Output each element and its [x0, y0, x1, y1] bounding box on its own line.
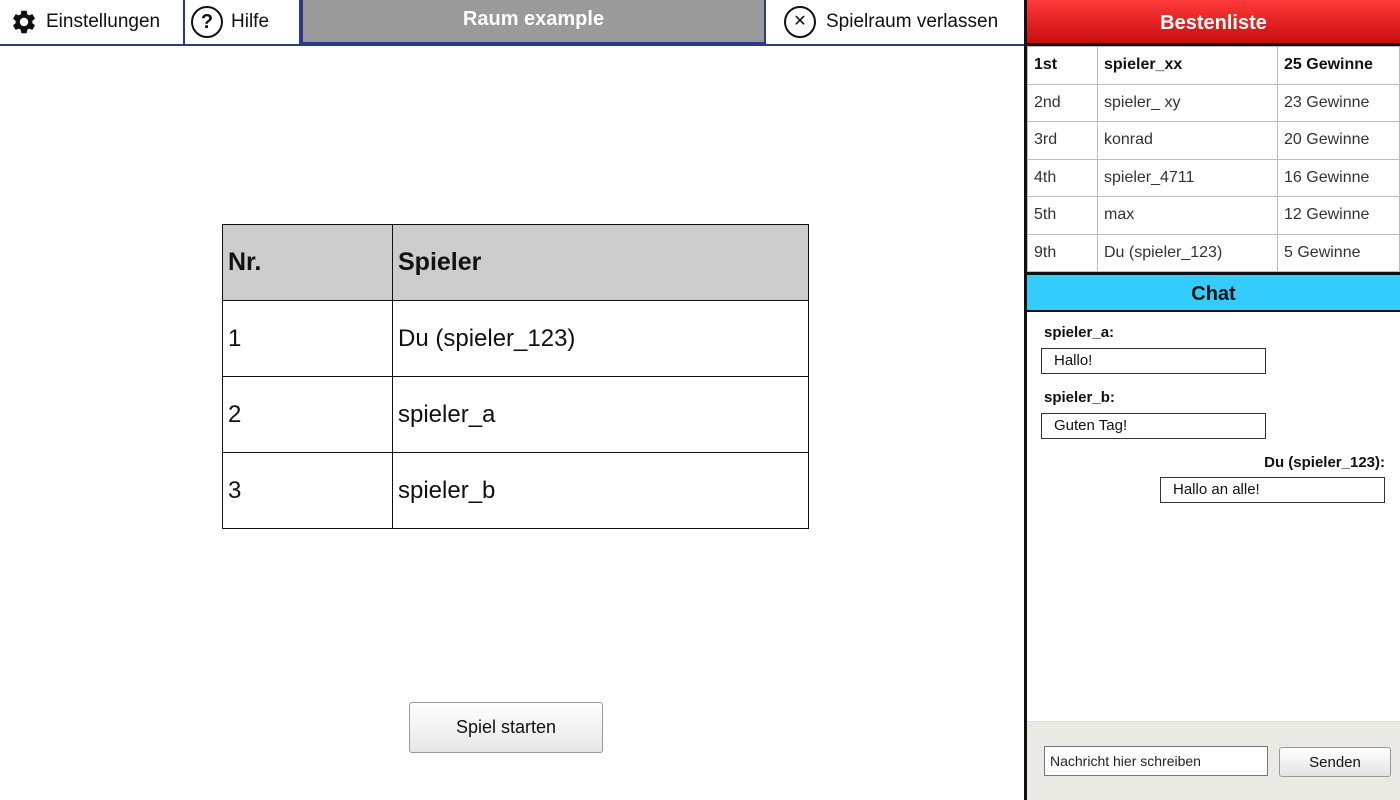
side-panel: Bestenliste 1st spieler_xx 25 Gewinne 2n… [1024, 0, 1400, 800]
players-table: Nr. Spieler 1 Du (spieler_123) 2 spieler… [222, 224, 809, 529]
start-game-button[interactable]: Spiel starten [409, 702, 603, 753]
room-title: Raum example [301, 0, 766, 44]
player-nr: 2 [222, 376, 393, 453]
leaderboard-wins: 5 Gewinne [1277, 233, 1400, 272]
leaderboard-player: spieler_ xy [1097, 83, 1278, 122]
leaderboard-rank: 2nd [1027, 83, 1098, 122]
send-button[interactable]: Senden [1279, 747, 1391, 777]
leaderboard-wins: 16 Gewinne [1277, 158, 1400, 197]
leaderboard-wins: 25 Gewinne [1277, 46, 1400, 85]
leaderboard-rank: 5th [1027, 196, 1098, 235]
close-circle-icon: ✕ [784, 6, 816, 38]
settings-label: Einstellungen [46, 11, 161, 32]
question-circle-icon: ? [191, 6, 223, 38]
leaderboard-player: spieler_xx [1097, 46, 1278, 85]
leaderboard-player: konrad [1097, 121, 1278, 160]
chat-message-sender: Du (spieler_123): [1264, 454, 1385, 471]
leave-room-label: Spielraum verlassen [826, 11, 999, 32]
leaderboard-wins: 23 Gewinne [1277, 83, 1400, 122]
top-bar: Einstellungen ? Hilfe Raum example ✕ Spi… [0, 0, 1026, 46]
column-header-nr: Nr. [222, 224, 393, 301]
leaderboard-row: 5th max 12 Gewinne [1027, 196, 1400, 235]
player-nr: 1 [222, 300, 393, 377]
leave-room-button[interactable]: ✕ Spielraum verlassen [784, 0, 1026, 44]
gear-icon [10, 8, 38, 36]
settings-button[interactable]: Einstellungen [0, 0, 185, 44]
column-header-player: Spieler [392, 224, 809, 301]
player-nr: 3 [222, 452, 393, 529]
leaderboard-rank: 3rd [1027, 121, 1098, 160]
player-name: spieler_b [392, 452, 809, 529]
player-name: spieler_a [392, 376, 809, 453]
leaderboard-wins: 12 Gewinne [1277, 196, 1400, 235]
leaderboard-rank: 4th [1027, 158, 1098, 197]
player-name: Du (spieler_123) [392, 300, 809, 377]
leaderboard-rank: 1st [1027, 46, 1098, 85]
leaderboard-row: 3rd konrad 20 Gewinne [1027, 121, 1400, 160]
chat-message-sender: spieler_b: [1044, 389, 1115, 406]
table-row: 2 spieler_a [222, 376, 809, 453]
chat-composer: Senden [1027, 721, 1400, 800]
chat-message-text: Guten Tag! [1041, 413, 1266, 439]
chat-message-text: Hallo! [1041, 348, 1266, 374]
leaderboard-row: 9th Du (spieler_123) 5 Gewinne [1027, 233, 1400, 272]
help-label: Hilfe [231, 11, 270, 32]
leaderboard-wins: 20 Gewinne [1277, 121, 1400, 160]
leaderboard-table: 1st spieler_xx 25 Gewinne 2nd spieler_ x… [1027, 46, 1400, 272]
chat-message-input[interactable] [1044, 746, 1268, 776]
help-button[interactable]: ? Hilfe [185, 0, 301, 44]
players-table-header: Nr. Spieler [222, 224, 809, 301]
leaderboard-player: Du (spieler_123) [1097, 233, 1278, 272]
table-row: 3 spieler_b [222, 452, 809, 529]
leaderboard-row: 1st spieler_xx 25 Gewinne [1027, 46, 1400, 85]
chat-message-sender: spieler_a: [1044, 324, 1115, 341]
leaderboard-rank: 9th [1027, 233, 1098, 272]
chat-message-text: Hallo an alle! [1160, 477, 1385, 503]
leaderboard-player: spieler_4711 [1097, 158, 1278, 197]
leaderboard-row: 4th spieler_4711 16 Gewinne [1027, 158, 1400, 197]
table-row: 1 Du (spieler_123) [222, 300, 809, 377]
leaderboard-player: max [1097, 196, 1278, 235]
leaderboard-title: Bestenliste [1027, 0, 1400, 46]
leaderboard-row: 2nd spieler_ xy 23 Gewinne [1027, 83, 1400, 122]
chat-title: Chat [1027, 272, 1400, 312]
